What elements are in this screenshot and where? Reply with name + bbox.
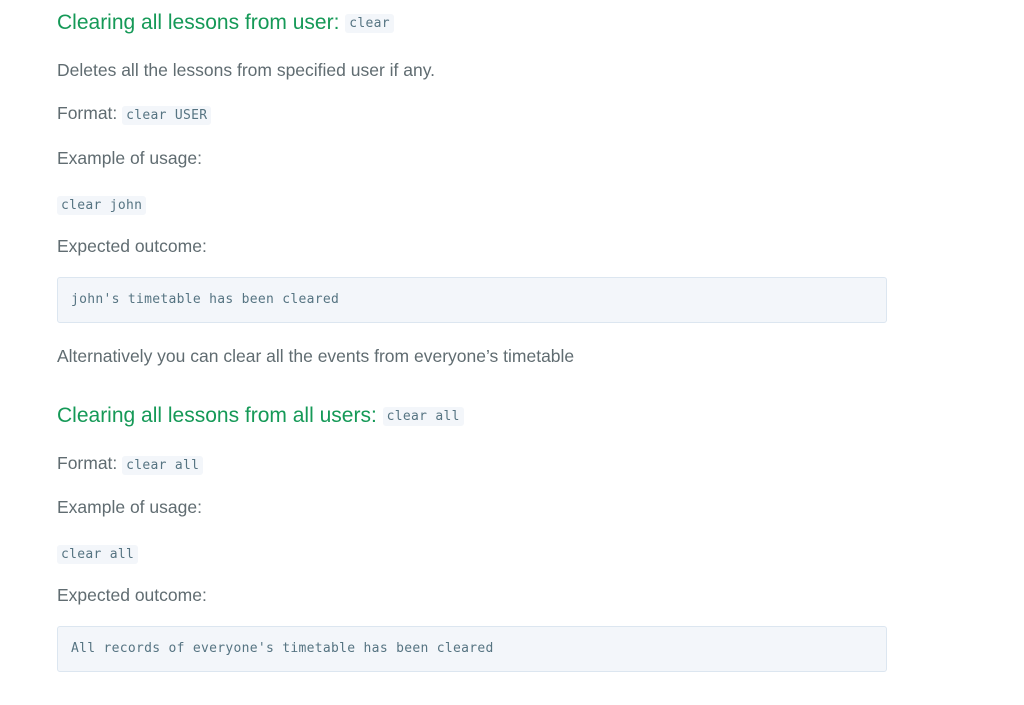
heading-command-code: clear all xyxy=(382,407,464,426)
example-label: Example of usage: xyxy=(57,148,202,168)
example-code: clear john xyxy=(57,196,147,215)
example-line: clear all xyxy=(57,541,139,566)
section-heading-clear-all: Clearing all lessons from all users: cle… xyxy=(57,403,464,430)
example-line: clear john xyxy=(57,192,147,217)
example-label: Example of usage: xyxy=(57,497,202,517)
format-label: Format: xyxy=(57,103,123,123)
transition-text: Alternatively you can clear all the even… xyxy=(57,346,575,366)
format-line: Format: clear all xyxy=(57,452,204,477)
outcome-code-block: All records of everyone's timetable has … xyxy=(57,626,887,672)
outcome-label: Expected outcome: xyxy=(57,585,207,605)
description-text: Deletes all the lessons from specified u… xyxy=(57,60,436,80)
outcome-label: Expected outcome: xyxy=(57,236,207,256)
format-line: Format: clear USER xyxy=(57,102,212,127)
format-code: clear USER xyxy=(122,106,212,125)
format-code: clear all xyxy=(122,456,204,475)
outcome-code-block: john's timetable has been cleared xyxy=(57,277,887,323)
format-label: Format: xyxy=(57,453,123,473)
example-code: clear all xyxy=(57,545,139,564)
heading-text: Clearing all lessons from all users: xyxy=(57,404,383,427)
document-content: Clearing all lessons from user: clear De… xyxy=(0,0,1024,705)
section-heading-clear-user: Clearing all lessons from user: clear xyxy=(57,10,394,37)
heading-command-code: clear xyxy=(345,14,394,33)
heading-text: Clearing all lessons from user: xyxy=(57,11,346,34)
